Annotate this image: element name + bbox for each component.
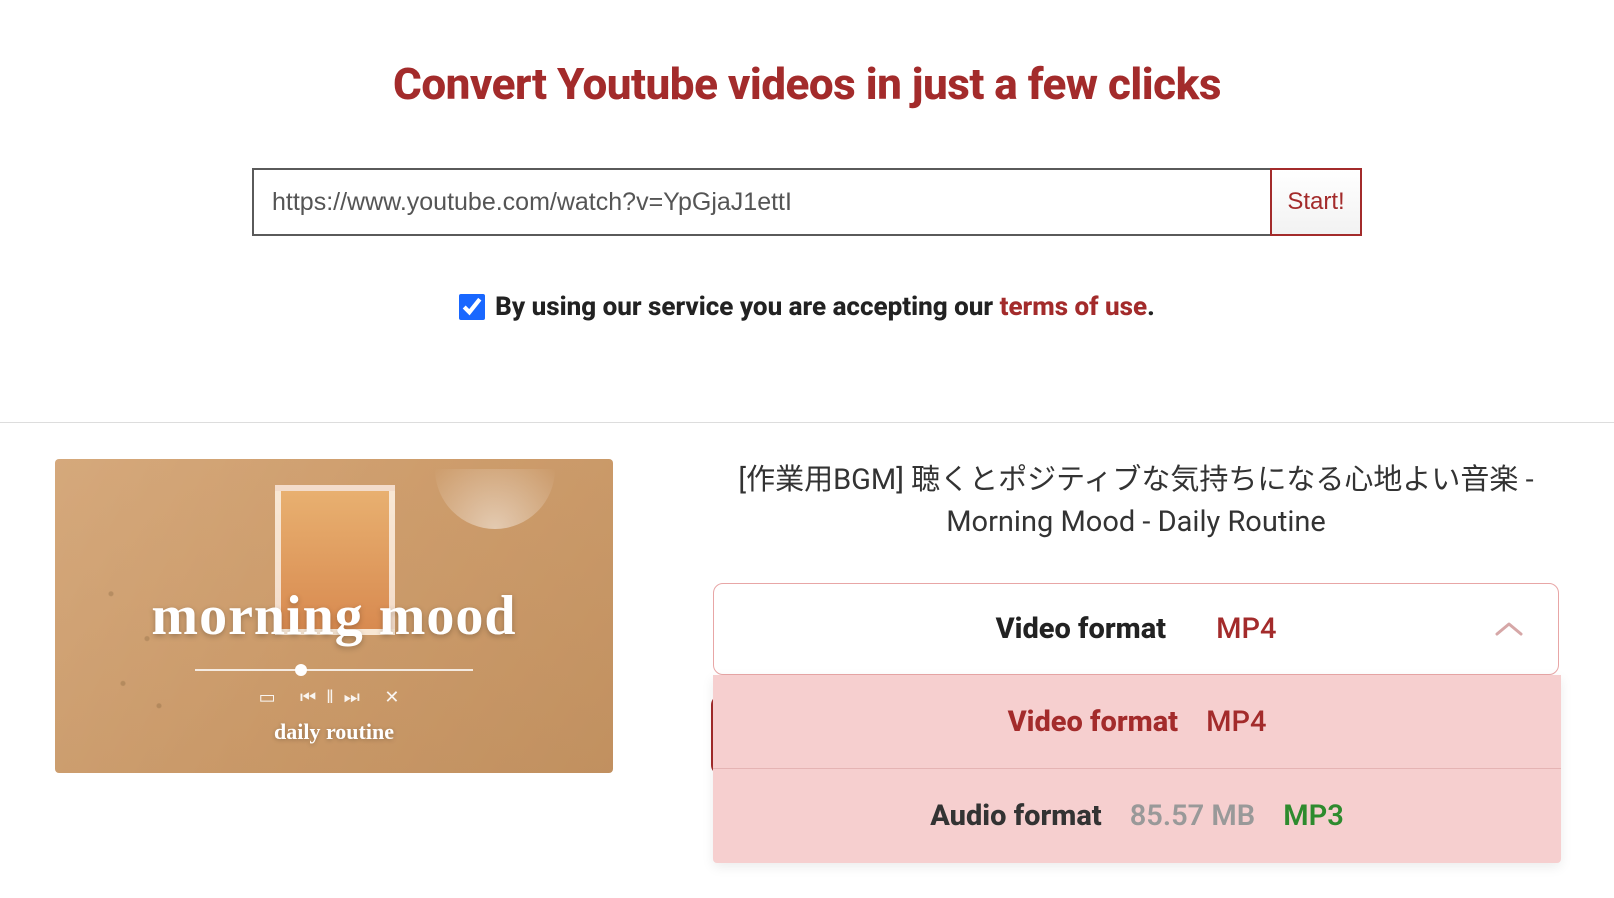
page-headline: Convert Youtube videos in just a few cli…	[0, 58, 1614, 110]
option-label: Audio format	[930, 799, 1101, 833]
format-option-video-mp4[interactable]: Video format MP4	[713, 675, 1561, 769]
format-dropdown-selected[interactable]: Video format MP4	[713, 583, 1559, 675]
format-selected-label: Video format	[996, 612, 1167, 646]
thumb-progress-bar	[195, 669, 473, 671]
terms-prefix: By using our service you are accepting o…	[495, 292, 999, 322]
option-size: 85.57 MB	[1130, 799, 1256, 833]
thumb-title-overlay: morning mood	[55, 584, 613, 648]
format-selected-value: MP4	[1216, 612, 1276, 646]
option-value: MP4	[1206, 705, 1266, 739]
format-option-audio-mp3[interactable]: Audio format 85.57 MB MP3	[713, 769, 1561, 863]
terms-checkbox[interactable]	[459, 294, 485, 320]
thumb-subtitle-overlay: daily routine	[55, 719, 613, 745]
url-input-row: Start!	[252, 168, 1362, 236]
format-dropdown-panel: Video format MP4 Audio format 85.57 MB M…	[713, 675, 1561, 863]
terms-of-use-link[interactable]: terms of use	[1000, 292, 1148, 322]
video-thumbnail: morning mood ▭ ⏮‖⏭ ✕ daily routine	[55, 459, 613, 773]
thumb-progress-dot	[295, 664, 307, 676]
option-label: Video format	[1008, 705, 1179, 739]
start-button[interactable]: Start!	[1270, 168, 1362, 236]
youtube-url-input[interactable]	[252, 168, 1271, 236]
thumb-decor-lamp	[435, 469, 555, 529]
result-area: morning mood ▭ ⏮‖⏭ ✕ daily routine [作業用B…	[0, 423, 1614, 773]
option-value: MP3	[1283, 799, 1344, 833]
format-dropdown: Video format MP4 Video format MP4 Audio …	[713, 583, 1559, 675]
chevron-up-icon	[1494, 612, 1524, 646]
video-title: [作業用BGM] 聴くとポジティブな気持ちになる心地よい音楽 - Morning…	[713, 459, 1559, 543]
result-right-column: [作業用BGM] 聴くとポジティブな気持ちになる心地よい音楽 - Morning…	[713, 459, 1559, 773]
terms-row: By using our service you are accepting o…	[0, 292, 1614, 322]
thumb-player-controls-icon: ▭ ⏮‖⏭ ✕	[55, 687, 613, 708]
terms-suffix: .	[1147, 292, 1155, 322]
